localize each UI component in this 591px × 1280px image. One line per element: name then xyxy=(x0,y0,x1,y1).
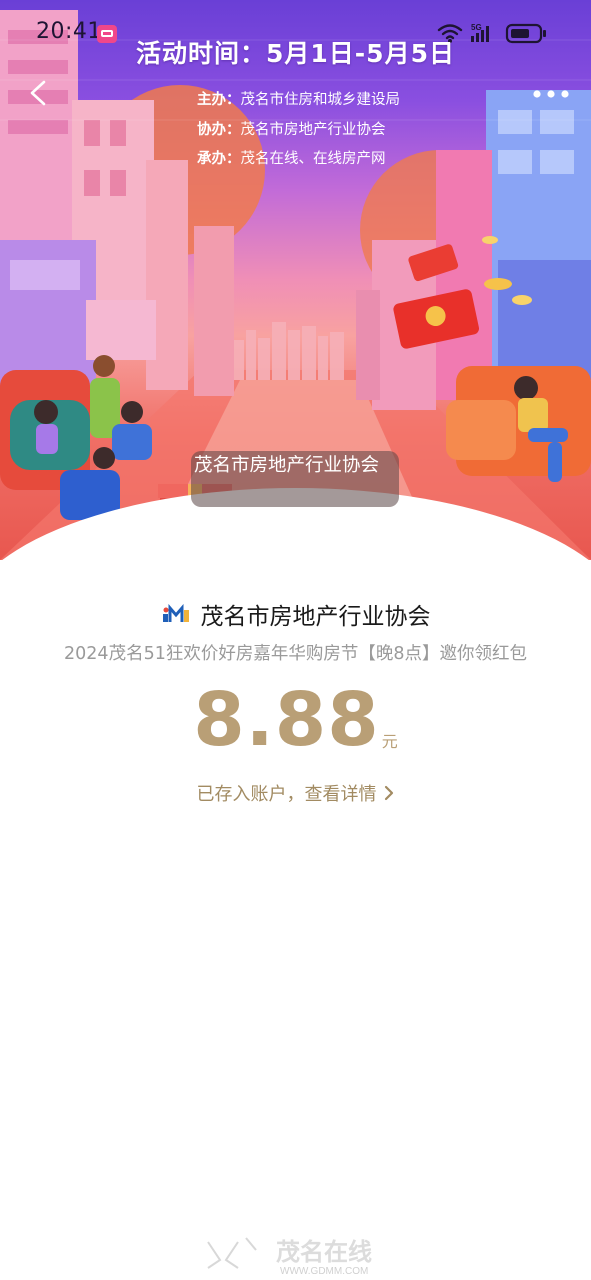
more-options-button[interactable] xyxy=(531,84,571,104)
event-banner: 20:41 5G 活动时间：5月1日-5月5日 主办：茂名市住房和城乡建设局 协… xyxy=(0,0,591,560)
organizer-co-host: 协办：茂名市房地产行业协会 xyxy=(197,116,400,146)
image-caption: 茂名市房地产行业协会 xyxy=(191,451,399,507)
amount-unit: 元 xyxy=(381,732,398,751)
red-envelope-detail-page: 20:41 5G 活动时间：5月1日-5月5日 主办：茂名市住房和城乡建设局 协… xyxy=(0,0,591,1280)
organizer-role: 主办： xyxy=(197,92,241,108)
amount-display: 8.88 元 xyxy=(0,678,591,762)
organizer-role: 承办： xyxy=(197,151,241,167)
back-button[interactable] xyxy=(22,76,56,110)
more-dots-icon xyxy=(533,90,569,98)
sender-row: 茂名市房地产行业协会 xyxy=(0,597,591,631)
activity-time-title: 活动时间：5月1日-5月5日 xyxy=(136,39,455,68)
view-details-link[interactable]: 已存入账户，查看详情 xyxy=(0,780,591,806)
amount-value: 8.88 xyxy=(193,677,380,763)
org-logo-icon xyxy=(162,604,189,622)
organizer-host: 主办：茂名市住房和城乡建设局 xyxy=(197,86,400,116)
watermark-url: WWW.GDMM.COM xyxy=(280,1266,368,1277)
organizer-name: 茂名市住房和城乡建设局 xyxy=(240,92,401,108)
site-watermark-logo: 茂名在线 WWW.GDMM.COM xyxy=(207,1237,372,1277)
organizer-name: 茂名在线、在线房产网 xyxy=(240,151,386,167)
sender-name: 茂名市房地产行业协会 xyxy=(200,604,431,630)
chevron-left-icon xyxy=(30,80,46,106)
network-type-label: 5G xyxy=(471,23,482,32)
organizer-name: 茂名市房地产行业协会 xyxy=(240,121,386,138)
organizer-list: 主办：茂名市住房和城乡建设局 协办：茂名市房地产行业协会 承办：茂名在线、在线房… xyxy=(197,86,400,175)
view-details-label: 已存入账户，查看详情 xyxy=(196,784,377,805)
watermark-text: 茂名在线 xyxy=(276,1238,372,1266)
envelope-message: 2024茂名51狂欢价好房嘉年华购房节【晚8点】邀你领红包 xyxy=(64,644,527,664)
organizer-role: 协办： xyxy=(197,121,241,138)
organizer-undertaker: 承办：茂名在线、在线房产网 xyxy=(197,145,400,175)
chevron-right-icon xyxy=(384,785,393,801)
